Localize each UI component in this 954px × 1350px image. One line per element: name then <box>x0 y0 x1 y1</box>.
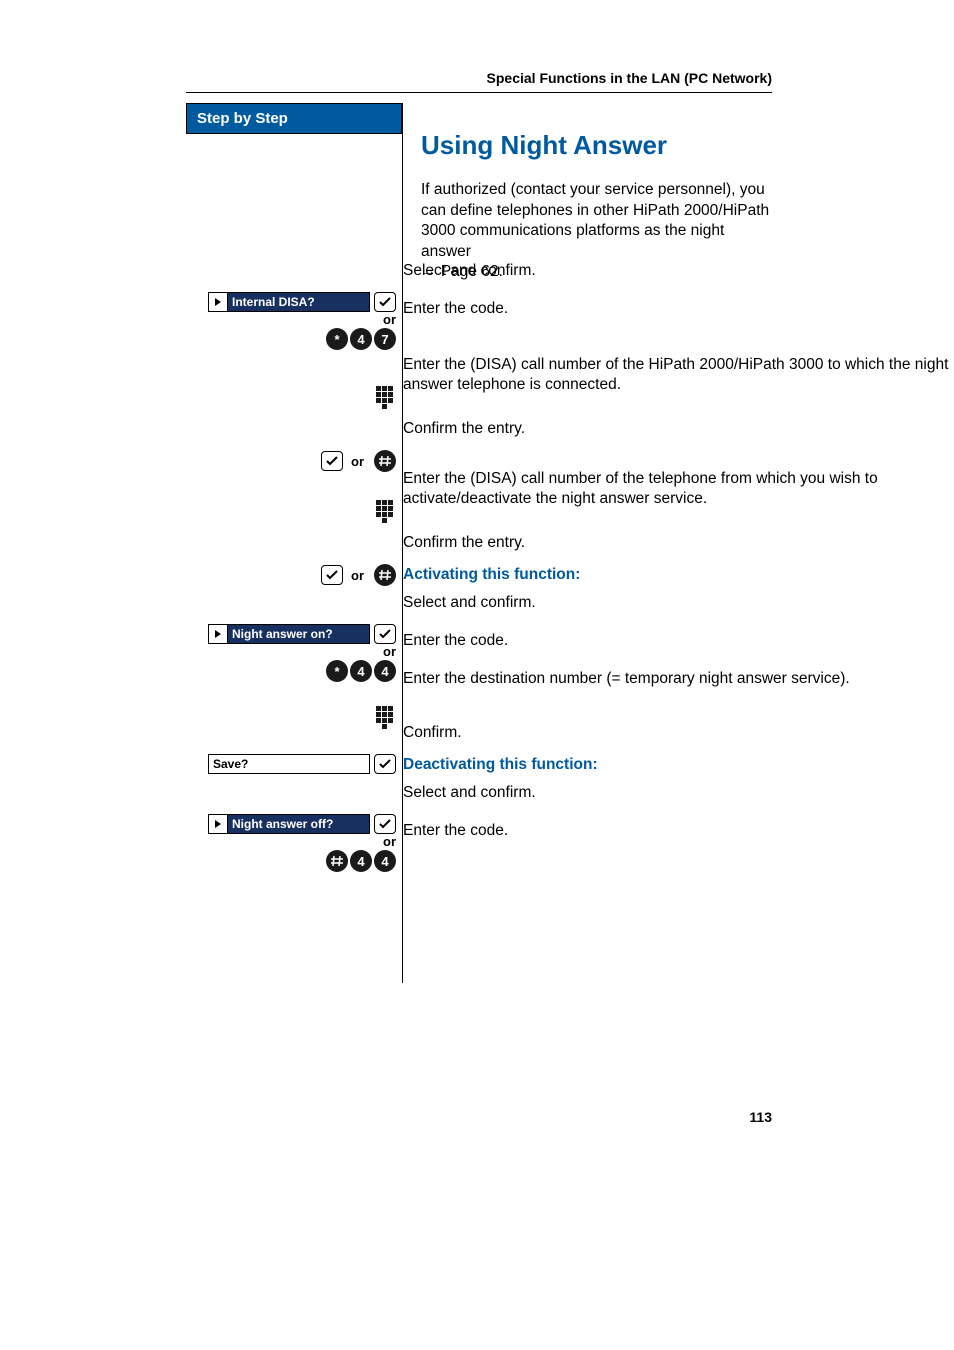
key-4b: 4 <box>374 850 396 872</box>
header-rule <box>186 92 772 93</box>
key-sequence: * 4 4 <box>324 660 396 682</box>
confirm-icon <box>321 565 343 585</box>
display-save: Save? <box>208 754 370 774</box>
running-title-text: Special Functions in the LAN (PC Network… <box>487 70 772 86</box>
row-confirm-1: or <box>186 450 396 472</box>
key-sequence: * 4 7 <box>324 328 396 350</box>
dialpad-icon <box>376 500 396 524</box>
confirm-icon <box>374 814 396 834</box>
confirm-icon <box>321 451 343 471</box>
key-hash <box>374 450 396 472</box>
play-icon <box>209 625 228 643</box>
display-night-off: Night answer off? <box>208 814 370 834</box>
line-dest-num: Enter the destination number (= temporar… <box>403 669 954 689</box>
line-confirm: Confirm. <box>403 723 954 743</box>
intro-text: If authorized (contact your service pers… <box>421 181 769 259</box>
key-hash-d <box>326 850 348 872</box>
line-disa-num-1: Enter the (DISA) call number of the HiPa… <box>403 355 954 396</box>
section-title: Using Night Answer <box>421 128 772 162</box>
play-icon <box>209 815 228 833</box>
confirm-icon <box>374 754 396 774</box>
line-disa-num-2: Enter the (DISA) call number of the tele… <box>403 469 954 510</box>
page: Special Functions in the LAN (PC Network… <box>0 0 954 1350</box>
line-enter-code-3: Enter the code. <box>403 821 954 841</box>
display-internal-disa: Internal DISA? <box>208 292 370 312</box>
key-hash <box>374 564 396 586</box>
deactivating-heading: Deactivating this function: <box>403 755 954 775</box>
step-by-step-header: Step by Step <box>186 103 402 134</box>
confirm-icon <box>374 624 396 644</box>
row-dialpad-1 <box>186 386 396 410</box>
page-number: 113 <box>749 1109 772 1125</box>
row-save: Save? <box>186 754 396 774</box>
key-4b: 4 <box>374 660 396 682</box>
display-label: Night answer on? <box>228 625 369 643</box>
row-night-answer-on: Night answer on? <box>186 624 396 644</box>
code-keys-night-on: * 4 4 <box>186 660 396 682</box>
display-label: Save? <box>209 755 369 773</box>
line-enter-code-2: Enter the code. <box>403 631 954 651</box>
display-label: Internal DISA? <box>228 293 369 311</box>
key-sequence: 4 4 <box>324 850 396 872</box>
or-label-night-off: or <box>383 834 396 849</box>
row-internal-disa: Internal DISA? <box>186 292 396 312</box>
confirm-icon <box>374 292 396 312</box>
row-confirm-2: or <box>186 564 396 586</box>
or-label-night-on: or <box>383 644 396 659</box>
or-label-1: or <box>383 312 396 327</box>
line-enter-code-1: Enter the code. <box>403 299 954 319</box>
code-keys-night-off: 4 4 <box>186 850 396 872</box>
running-header: Special Functions in the LAN (PC Network… <box>0 0 954 86</box>
display-label: Night answer off? <box>228 815 369 833</box>
or-inline-1: or <box>351 454 364 469</box>
line-select-confirm-2: Select and confirm. <box>403 593 954 613</box>
line-confirm-entry-1: Confirm the entry. <box>403 419 954 439</box>
key-star: * <box>326 328 348 350</box>
display-night-on: Night answer on? <box>208 624 370 644</box>
content-columns: Step by Step Internal DISA? or <box>186 103 954 983</box>
line-select-confirm-3: Select and confirm. <box>403 783 954 803</box>
row-dialpad-3 <box>186 706 396 730</box>
body-column: Using Night Answer If authorized (contac… <box>403 103 954 297</box>
key-4a: 4 <box>350 660 372 682</box>
dialpad-icon <box>376 706 396 730</box>
line-confirm-entry-2: Confirm the entry. <box>403 533 954 553</box>
row-dialpad-2 <box>186 500 396 524</box>
line-select-confirm-1: Select and confirm. <box>403 261 954 281</box>
code-keys-internal-disa: * 4 7 <box>186 328 396 350</box>
or-inline-2: or <box>351 568 364 583</box>
step-by-step-column: Step by Step Internal DISA? or <box>186 103 403 983</box>
activating-heading: Activating this function: <box>403 565 954 585</box>
key-4: 4 <box>350 328 372 350</box>
key-4a: 4 <box>350 850 372 872</box>
dialpad-icon <box>376 386 396 410</box>
key-star: * <box>326 660 348 682</box>
row-night-answer-off: Night answer off? <box>186 814 396 834</box>
play-icon <box>209 293 228 311</box>
key-7: 7 <box>374 328 396 350</box>
